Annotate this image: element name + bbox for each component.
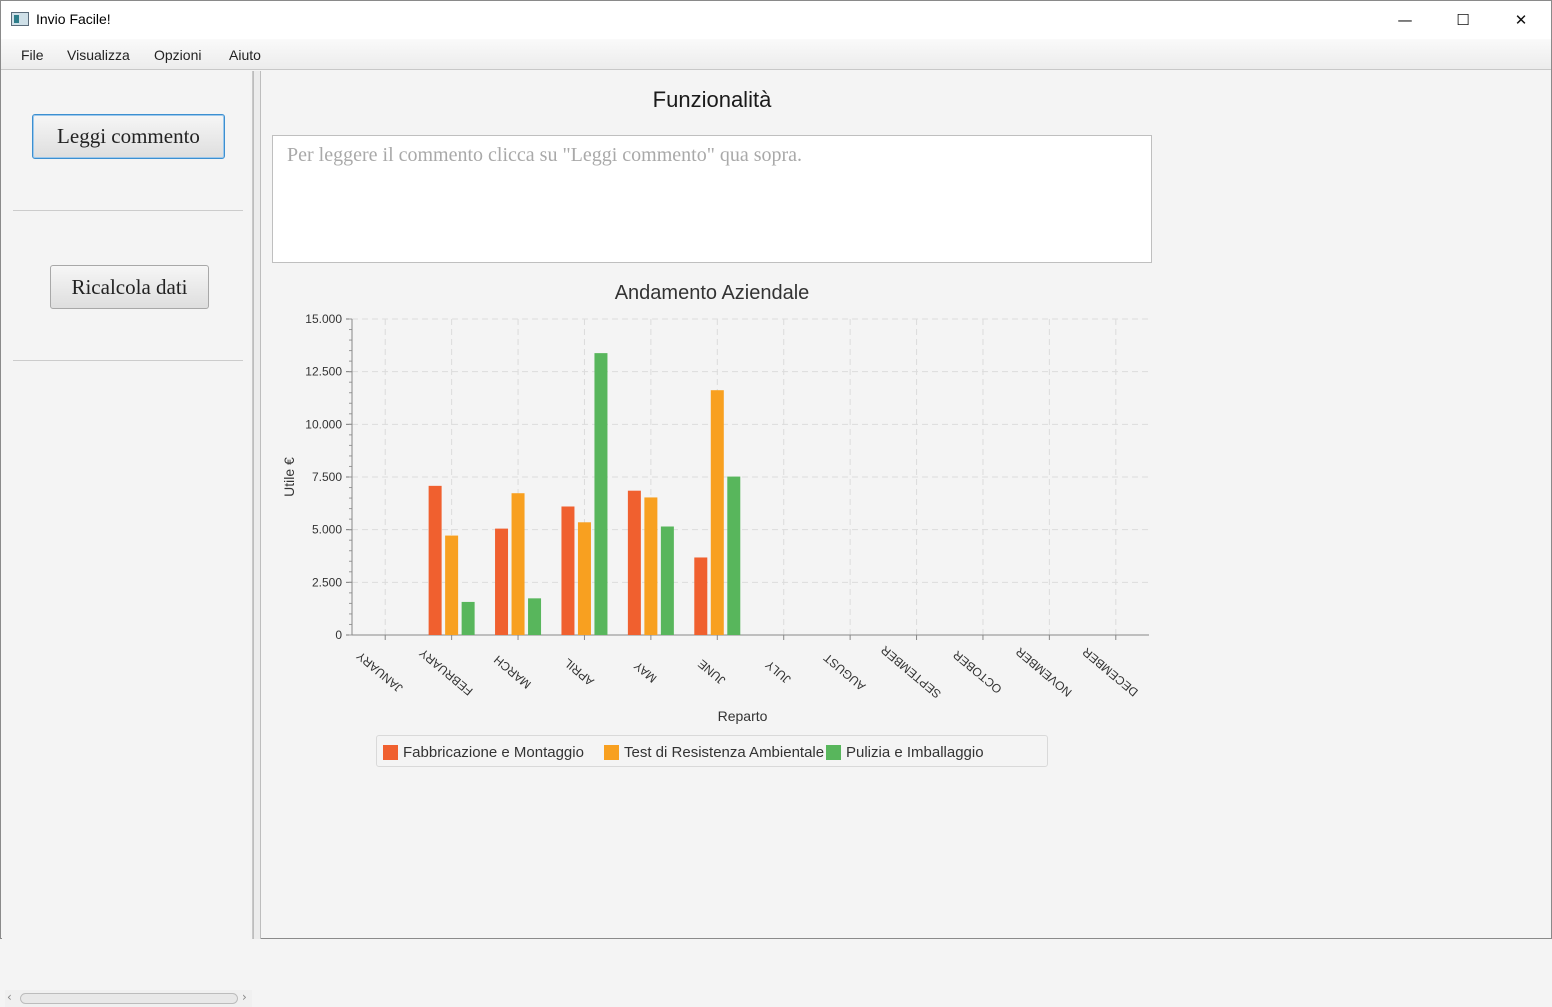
- y-tick-label: 10.000: [305, 417, 342, 431]
- y-tick-label: 7.500: [312, 470, 342, 484]
- x-tick-label: SEPTEMBER: [878, 643, 944, 702]
- maximize-button[interactable]: ☐: [1434, 1, 1492, 39]
- read-comment-button[interactable]: Leggi commento: [32, 114, 225, 159]
- bar: [644, 497, 658, 635]
- menu-opzioni[interactable]: Opzioni: [154, 47, 201, 63]
- scrollbar-thumb[interactable]: [20, 993, 238, 1004]
- legend-label: Fabbricazione e Montaggio: [403, 744, 584, 761]
- window-title: Invio Facile!: [36, 11, 111, 27]
- scroll-right-icon[interactable]: ›: [242, 990, 247, 1004]
- split-pane-divider[interactable]: [253, 71, 261, 939]
- comment-textarea[interactable]: Per leggere il commento clicca su "Leggi…: [272, 135, 1152, 263]
- x-tick-label: OCTOBER: [950, 647, 1005, 696]
- x-tick-label: NOVEMBER: [1013, 644, 1075, 699]
- y-axis-label: Utile €: [281, 457, 297, 497]
- bar: [495, 528, 509, 635]
- page-title: Funzionalità: [652, 87, 772, 112]
- bar: [528, 598, 542, 635]
- x-tick-label: DECEMBER: [1079, 645, 1140, 700]
- horizontal-scrollbar[interactable]: ‹ ›: [5, 990, 252, 1007]
- recalculate-button[interactable]: Ricalcola dati: [50, 265, 209, 309]
- app-icon: [11, 12, 29, 26]
- bar: [660, 526, 674, 635]
- chart-legend: Fabbricazione e Montaggio Test di Resist…: [376, 735, 1048, 767]
- legend-swatch: [383, 745, 398, 760]
- bar-chart: 0 2.500 5.000 7.500 10.000 12.500 15.000 JANUAR…: [281, 312, 1149, 724]
- bar: [710, 390, 724, 635]
- menu-file[interactable]: File: [21, 47, 44, 63]
- legend-label: Test di Resistenza Ambientale: [624, 744, 825, 761]
- close-button[interactable]: ✕: [1492, 1, 1550, 39]
- y-tick-label: 15.000: [305, 312, 342, 326]
- x-tick-label: JUNE: [695, 657, 728, 688]
- x-tick-label: JANUARY: [354, 649, 406, 696]
- bar: [445, 535, 459, 635]
- menu-bar: File Visualizza Opzioni Aiuto: [1, 39, 1551, 70]
- legend-item-test: Test di Resistenza Ambientale: [604, 744, 824, 761]
- legend-swatch: [826, 745, 841, 760]
- sidebar: ‹ ›: [2, 71, 253, 1007]
- x-tick-label: JULY: [763, 658, 794, 687]
- bar: [627, 490, 641, 635]
- bar: [577, 522, 591, 635]
- bar: [428, 485, 442, 635]
- bar: [561, 506, 575, 635]
- divider: [13, 210, 243, 211]
- scroll-left-icon[interactable]: ‹: [7, 990, 12, 1004]
- menu-aiuto[interactable]: Aiuto: [229, 47, 261, 63]
- y-tick-label: 5.000: [312, 523, 342, 537]
- divider: [13, 360, 243, 361]
- bar: [461, 601, 475, 635]
- title-bar: Invio Facile! — ☐ ✕: [1, 1, 1551, 39]
- y-tick-label: 12.500: [305, 365, 342, 379]
- y-tick-label: 2.500: [312, 575, 342, 589]
- app-window: Invio Facile! — ☐ ✕ File Visualizza Opzi…: [0, 0, 1552, 1007]
- menu-visualizza[interactable]: Visualizza: [67, 47, 130, 63]
- legend-item-pulizia: Pulizia e Imballaggio: [826, 744, 984, 761]
- x-axis-label: Reparto: [718, 708, 768, 724]
- bar: [511, 493, 525, 635]
- x-tick-label: AUGUST: [820, 650, 868, 693]
- y-tick-label: 0: [335, 628, 342, 642]
- bar: [594, 353, 608, 635]
- bar: [727, 476, 741, 635]
- legend-label: Pulizia e Imballaggio: [846, 744, 984, 761]
- legend-item-fabbricazione: Fabbricazione e Montaggio: [383, 744, 584, 761]
- legend-swatch: [604, 745, 619, 760]
- x-tick-label: MAY: [631, 659, 659, 686]
- minimize-button[interactable]: —: [1376, 1, 1434, 39]
- bar: [694, 557, 708, 635]
- x-tick-label: MARCH: [491, 653, 534, 692]
- x-tick-label: FEBRUARY: [417, 646, 476, 699]
- x-tick-label: APRIL: [561, 655, 597, 688]
